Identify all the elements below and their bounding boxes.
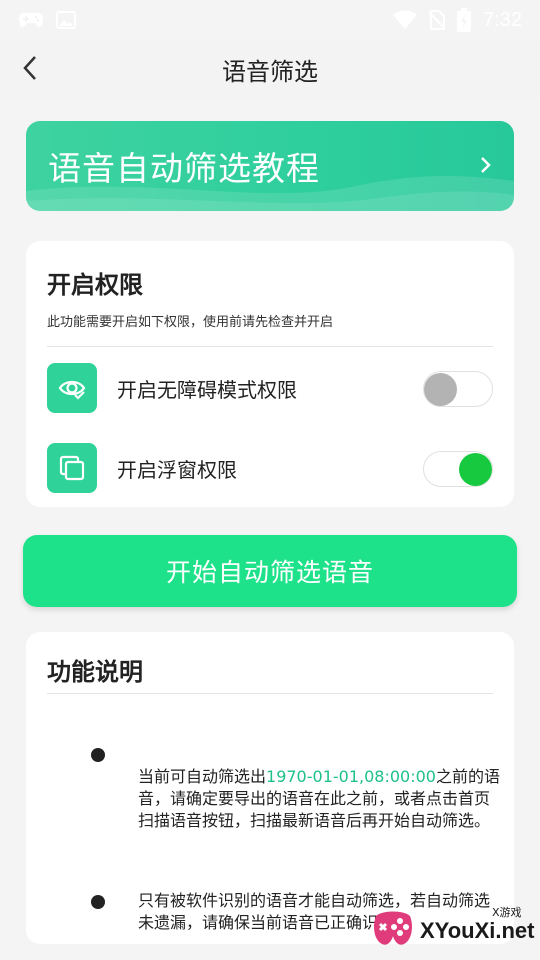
status-left [18, 11, 76, 29]
permissions-card: 开启权限 此功能需要开启如下权限，使用前请先检查并开启 开启无障碍模式权限 开启… [26, 241, 514, 507]
gamepad-icon [18, 11, 44, 29]
chevron-left-icon [23, 56, 36, 80]
toggle-knob [424, 373, 457, 406]
battery-charging-icon [457, 8, 472, 32]
info-text-1: 当前可自动筛选出1970-01-01,08:00:00之前的语音，请确定要导出的… [138, 766, 500, 832]
permission-label-accessibility: 开启无障碍模式权限 [117, 377, 297, 402]
tutorial-title: 语音自动筛选教程 [48, 149, 320, 188]
app-bar: 语音筛选 [0, 40, 540, 98]
no-sim-icon [429, 10, 446, 30]
bullet-icon [91, 748, 105, 762]
permission-row-accessibility[interactable]: 开启无障碍模式权限 [47, 363, 493, 413]
tutorial-banner[interactable]: 语音自动筛选教程 [26, 121, 514, 211]
start-auto-filter-button[interactable]: 开始自动筛选语音 [23, 535, 517, 607]
toggle-knob [459, 453, 492, 486]
accessibility-eye-icon [47, 363, 97, 413]
page-title: 语音筛选 [222, 57, 318, 86]
info-text-1-before: 当前可自动筛选出 [138, 767, 267, 786]
info-title: 功能说明 [47, 658, 143, 686]
content: 语音自动筛选教程 开启权限 此功能需要开启如下权限，使用前请先检查并开启 开启无… [0, 98, 540, 960]
permission-row-floating-window[interactable]: 开启浮窗权限 [47, 443, 493, 493]
bullet-icon [91, 895, 105, 909]
watermark-text: XYouXi.net [420, 918, 535, 943]
watermark: X游戏 XYouXi.net [368, 902, 536, 958]
image-icon [56, 11, 76, 29]
back-button[interactable] [12, 50, 48, 86]
permission-label-floating-window: 开启浮窗权限 [117, 457, 237, 482]
floating-window-toggle[interactable] [423, 451, 493, 487]
status-bar: 7:32 [0, 0, 540, 40]
info-date-highlight: 1970-01-01,08:00:00 [266, 767, 436, 786]
status-time: 7:32 [483, 8, 522, 31]
status-right: 7:32 [393, 8, 522, 32]
divider [47, 346, 493, 347]
accessibility-toggle[interactable] [423, 371, 493, 407]
floating-window-icon [47, 443, 97, 493]
permissions-title: 开启权限 [47, 271, 143, 299]
gamepad-logo-icon [374, 911, 412, 945]
info-card: 功能说明 当前可自动筛选出1970-01-01,08:00:00之前的语音，请确… [26, 632, 514, 944]
chevron-right-icon [481, 157, 491, 173]
wifi-icon [393, 10, 418, 30]
divider [47, 693, 493, 694]
permissions-description: 此功能需要开启如下权限，使用前请先检查并开启 [47, 315, 334, 330]
